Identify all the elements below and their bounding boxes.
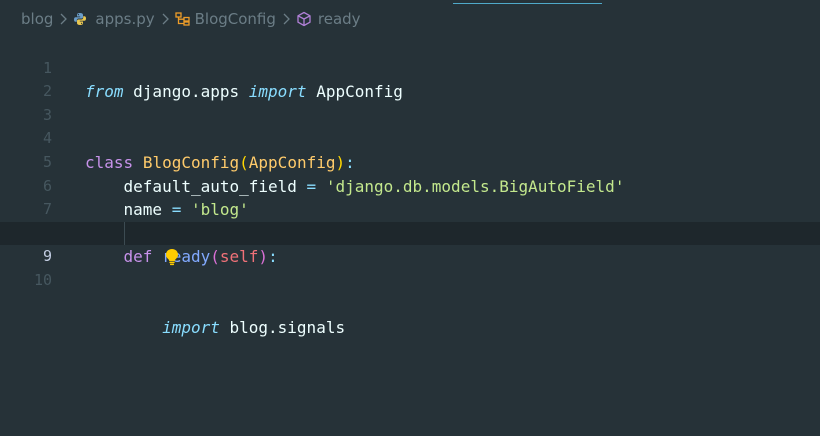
code-line[interactable]: 4 class BlogConfig(AppConfig):: [0, 104, 820, 172]
breadcrumb-class[interactable]: BlogConfig: [174, 10, 276, 28]
chevron-right-icon: [282, 13, 290, 25]
line-number: 10: [33, 270, 52, 289]
scroll-indicator: [453, 3, 602, 4]
code-line[interactable]: 8 def ready(self):: [0, 198, 820, 267]
keyword-token: import: [162, 318, 220, 338]
code-line[interactable]: 7: [0, 175, 820, 218]
code-line[interactable]: 1 from django.apps import AppConfig: [0, 33, 820, 102]
code-line[interactable]: 3: [0, 80, 820, 124]
breadcrumb-method[interactable]: ready: [296, 10, 361, 28]
indent-token: [85, 318, 162, 337]
breadcrumb-method-label: ready: [317, 10, 361, 28]
code-line-current[interactable]: 9 import blog.signals: [0, 221, 820, 337]
code-line[interactable]: 5 default_auto_field = 'django.db.models…: [0, 127, 820, 196]
indent-guide: [124, 221, 125, 246]
breadcrumb: blog apps.py BlogConfig ready: [0, 8, 361, 30]
method-cube-icon: [296, 11, 312, 27]
code-area[interactable]: 1 from django.apps import AppConfig 2 3 …: [0, 33, 820, 337]
breadcrumb-folder[interactable]: blog: [21, 10, 53, 28]
chevron-right-icon: [59, 13, 68, 25]
breadcrumb-file-label: apps.py: [95, 10, 155, 28]
breadcrumb-class-label: BlogConfig: [194, 10, 276, 28]
code-line[interactable]: 10: [0, 245, 820, 289]
code-line[interactable]: 6 name = 'blog': [0, 151, 820, 220]
breadcrumb-file[interactable]: apps.py: [73, 10, 155, 28]
code-line[interactable]: 2: [0, 57, 820, 100]
class-symbol-icon: [174, 12, 191, 26]
module-token: blog.signals: [219, 318, 346, 338]
python-file-icon: [73, 12, 87, 26]
chevron-right-icon: [161, 13, 169, 25]
code-editor[interactable]: blog apps.py BlogConfig ready 1 from dja…: [0, 0, 820, 436]
code-text: import blog.signals: [85, 316, 345, 340]
breadcrumb-folder-label: blog: [21, 10, 54, 28]
